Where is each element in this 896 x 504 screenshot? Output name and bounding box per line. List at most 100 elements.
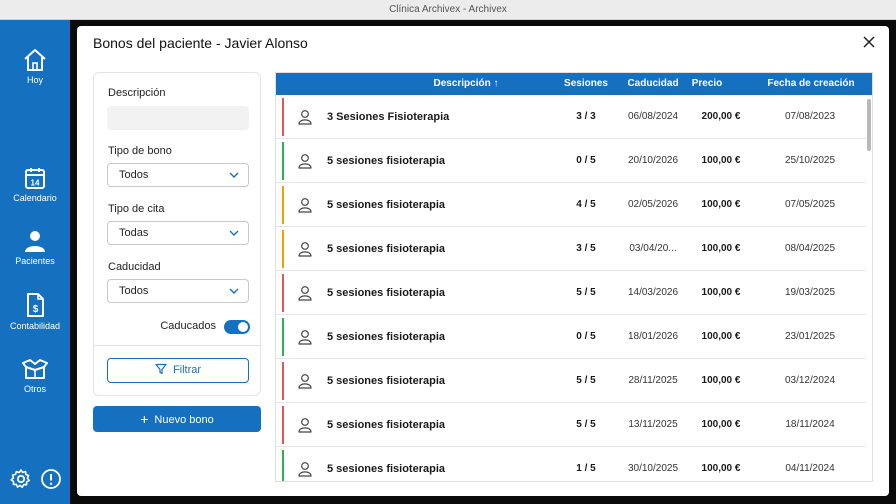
person-icon bbox=[25, 231, 45, 252]
caducidad-value: Todos bbox=[119, 285, 149, 297]
calendar-icon: 14 bbox=[25, 168, 45, 189]
cell-descripcion: 5 sesiones fisioterapia bbox=[327, 287, 445, 299]
description-label: Descripción bbox=[108, 87, 166, 99]
cell-caducidad: 18/01/2026 bbox=[627, 331, 679, 342]
divider bbox=[94, 345, 262, 346]
cell-precio: 200,00 € bbox=[701, 111, 741, 122]
user-icon bbox=[298, 374, 312, 389]
tipo-bono-select[interactable]: Todos bbox=[107, 163, 249, 187]
caducados-label: Caducados bbox=[160, 320, 216, 332]
alert-icon[interactable] bbox=[40, 468, 62, 490]
cell-sesiones: 3 / 5 bbox=[576, 243, 596, 254]
nav-item-contabilidad[interactable]: $ Contabilidad bbox=[0, 292, 70, 331]
cell-precio: 100,00 € bbox=[701, 331, 741, 342]
tipo-bono-value: Todos bbox=[119, 169, 149, 181]
user-icon bbox=[298, 418, 312, 433]
cell-descripcion: 3 Sesiones Fisioterapia bbox=[327, 111, 450, 123]
filter-icon bbox=[155, 363, 167, 375]
cell-caducidad: 06/08/2024 bbox=[627, 111, 679, 122]
table-row[interactable]: 5 sesiones fisioterapia 0 / 5 18/01/2026 10… bbox=[276, 315, 866, 359]
cell-sesiones: 0 / 5 bbox=[576, 155, 596, 166]
cell-precio: 100,00 € bbox=[701, 287, 741, 298]
nav-item-otros[interactable]: Otros bbox=[0, 357, 70, 394]
table-row[interactable]: 5 sesiones fisioterapia 1 / 5 30/10/2025 10… bbox=[276, 447, 866, 481]
status-bar bbox=[282, 186, 284, 224]
table-header: Descripción ↑ Sesiones Caducidad Precio … bbox=[276, 73, 872, 95]
col-precio[interactable]: Precio bbox=[682, 73, 732, 95]
table-scrollbar[interactable] bbox=[866, 95, 872, 481]
cell-descripcion: 5 sesiones fisioterapia bbox=[327, 155, 445, 167]
user-icon bbox=[298, 110, 312, 125]
cell-caducidad: 20/10/2026 bbox=[627, 155, 679, 166]
col-fecha-creacion[interactable]: Fecha de creación bbox=[756, 73, 866, 95]
cell-fecha-creacion: 23/01/2025 bbox=[784, 331, 836, 342]
table-row[interactable]: 5 sesiones fisioterapia 5 / 5 28/11/2025 10… bbox=[276, 359, 866, 403]
caducidad-label: Caducidad bbox=[108, 261, 161, 273]
cell-descripcion: 5 sesiones fisioterapia bbox=[327, 243, 445, 255]
sidebar-bottom bbox=[0, 468, 70, 492]
cell-caducidad: 14/03/2026 bbox=[627, 287, 679, 298]
cell-precio: 100,00 € bbox=[701, 375, 741, 386]
svg-text:$: $ bbox=[33, 304, 39, 315]
sidebar: Hoy 14 Calendario Pacientes $ Contabilid… bbox=[0, 20, 70, 504]
modal-title: Bonos del paciente - Javier Alonso bbox=[93, 35, 308, 51]
tipo-cita-select[interactable]: Todas bbox=[107, 221, 249, 245]
cell-precio: 100,00 € bbox=[701, 199, 741, 210]
status-bar bbox=[282, 318, 284, 356]
table-row[interactable]: 5 sesiones fisioterapia 0 / 5 20/10/2026 10… bbox=[276, 139, 866, 183]
status-bar bbox=[282, 98, 284, 136]
new-bono-button[interactable]: + Nuevo bono bbox=[93, 406, 261, 432]
nav-label-calendario: Calendario bbox=[13, 193, 57, 203]
filter-button[interactable]: Filtrar bbox=[107, 358, 249, 383]
status-bar bbox=[282, 142, 284, 180]
table-row[interactable]: 5 sesiones fisioterapia 4 / 5 02/05/2026 10… bbox=[276, 183, 866, 227]
nav-item-pacientes[interactable]: Pacientes bbox=[0, 229, 70, 266]
status-bar bbox=[282, 230, 284, 268]
caducidad-select[interactable]: Todos bbox=[107, 279, 249, 303]
cell-descripcion: 5 sesiones fisioterapia bbox=[327, 463, 445, 475]
caducados-toggle[interactable] bbox=[224, 320, 250, 334]
nav-label-otros: Otros bbox=[23, 384, 46, 394]
filter-button-label: Filtrar bbox=[172, 364, 202, 376]
cell-caducidad: 28/11/2025 bbox=[628, 375, 678, 386]
chevron-down-icon bbox=[229, 288, 239, 294]
user-icon bbox=[298, 330, 312, 345]
status-bar bbox=[282, 406, 284, 444]
status-bar bbox=[282, 450, 284, 481]
nav-label-hoy: Hoy bbox=[26, 75, 43, 85]
table-row[interactable]: 5 sesiones fisioterapia 5 / 5 13/11/2025 10… bbox=[276, 403, 866, 447]
user-icon bbox=[298, 198, 312, 213]
invoice-icon: $ bbox=[27, 293, 44, 317]
box-icon bbox=[22, 359, 48, 379]
col-sesiones[interactable]: Sesiones bbox=[561, 73, 611, 95]
scroll-thumb[interactable] bbox=[867, 99, 871, 151]
calendar-day: 14 bbox=[31, 179, 40, 188]
gear-icon[interactable] bbox=[10, 468, 32, 490]
chevron-down-icon bbox=[229, 230, 239, 236]
col-caducidad[interactable]: Caducidad bbox=[616, 73, 690, 95]
description-input[interactable] bbox=[107, 106, 249, 130]
nav-item-hoy[interactable]: Hoy bbox=[0, 48, 70, 85]
status-bar bbox=[282, 274, 284, 312]
cell-fecha-creacion: 25/10/2025 bbox=[784, 155, 836, 166]
close-icon[interactable] bbox=[861, 34, 877, 50]
nav-item-calendario[interactable]: 14 Calendario bbox=[0, 166, 70, 203]
plus-icon: + bbox=[140, 411, 149, 427]
cell-caducidad: 30/10/2025 bbox=[627, 463, 679, 474]
user-icon bbox=[298, 242, 312, 257]
cell-descripcion: 5 sesiones fisioterapia bbox=[327, 331, 445, 343]
tipo-cita-value: Todas bbox=[119, 227, 149, 239]
cell-descripcion: 5 sesiones fisioterapia bbox=[327, 375, 445, 387]
cell-sesiones: 3 / 3 bbox=[576, 111, 596, 122]
tipo-bono-label: Tipo de bono bbox=[108, 145, 172, 157]
user-icon bbox=[298, 462, 312, 477]
cell-sesiones: 1 / 5 bbox=[576, 463, 596, 474]
col-descripcion[interactable]: Descripción ↑ bbox=[366, 73, 566, 95]
cell-descripcion: 5 sesiones fisioterapia bbox=[327, 419, 445, 431]
cell-fecha-creacion: 19/03/2025 bbox=[784, 287, 836, 298]
table-row[interactable]: 5 sesiones fisioterapia 5 / 5 14/03/2026 10… bbox=[276, 271, 866, 315]
table-row[interactable]: 5 sesiones fisioterapia 3 / 5 03/04/20... 1… bbox=[276, 227, 866, 271]
cell-caducidad: 02/05/2026 bbox=[627, 199, 679, 210]
user-icon bbox=[298, 286, 312, 301]
table-row[interactable]: 3 Sesiones Fisioterapia 3 / 3 06/08/2024 20… bbox=[276, 95, 866, 139]
